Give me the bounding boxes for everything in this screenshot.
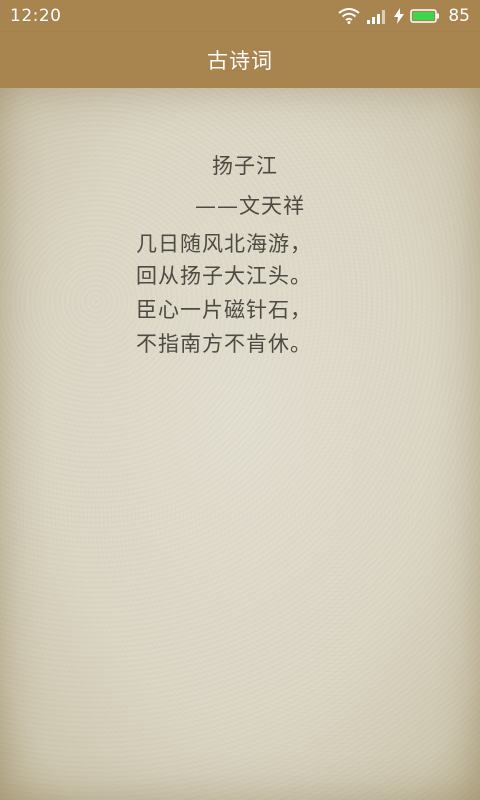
charging-bolt-icon [394, 8, 405, 24]
status-icons: 85 [338, 6, 470, 26]
status-bar: 12:20 85 [0, 0, 480, 32]
app-title: 古诗词 [207, 49, 273, 73]
poem-line: 臣心一片磁针石， [136, 298, 312, 322]
battery-level: 85 [448, 6, 470, 26]
signal-icon [366, 8, 388, 24]
poem-line: 几日随风北海游， [136, 232, 312, 256]
poem-paper: 扬子江 ——文天祥 几日随风北海游， 回从扬子大江头。 臣心一片磁针石， 不指南… [0, 88, 480, 800]
poem-title: 扬子江 [212, 154, 278, 178]
battery-icon [410, 8, 440, 24]
poem-line: 不指南方不肯休。 [136, 332, 312, 356]
app-bar: 古诗词 [0, 32, 480, 88]
poem-line: 回从扬子大江头。 [136, 264, 312, 288]
wifi-icon [338, 8, 360, 24]
status-time: 12:20 [10, 6, 62, 26]
poem-author: ——文天祥 [195, 194, 305, 218]
